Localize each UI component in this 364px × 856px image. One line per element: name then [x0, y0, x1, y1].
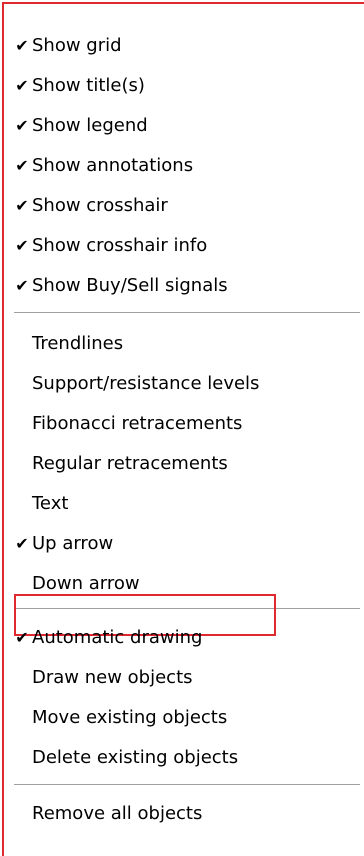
menu-separator	[14, 312, 360, 314]
menu-item-regular-retracements[interactable]: Regular retracements	[32, 444, 228, 484]
menu-item-label: Text	[32, 493, 69, 514]
menu-item-label: Trendlines	[32, 333, 124, 354]
menu-item-label: Up arrow	[32, 533, 114, 554]
menu-item-text[interactable]: Text	[32, 484, 68, 524]
checkmark-icon: ✔	[15, 236, 29, 255]
menu-item-label: Down arrow	[32, 573, 140, 594]
menu-item-move-existing-objects[interactable]: Move existing objects	[32, 698, 227, 738]
menu-item-show-grid[interactable]: ✔ Show grid	[15, 26, 122, 66]
checkmark-icon: ✔	[15, 196, 29, 215]
menu-item-show-crosshair-info[interactable]: ✔ Show crosshair info	[15, 226, 208, 266]
menu-item-label: Move existing objects	[32, 707, 228, 728]
menu-item-label: Automatic drawing	[32, 627, 203, 648]
menu-item-support-resistance-levels[interactable]: Support/resistance levels	[32, 364, 259, 404]
menu-separator	[14, 608, 360, 610]
menu-item-show-legend[interactable]: ✔ Show legend	[15, 106, 148, 146]
menu-item-label: Show crosshair	[32, 195, 168, 216]
checkmark-icon: ✔	[15, 628, 29, 647]
menu-item-automatic-drawing[interactable]: ✔ Automatic drawing	[15, 618, 203, 658]
menu-item-label: Fibonacci retracements	[32, 413, 243, 434]
menu-item-label: Show Buy/Sell signals	[32, 275, 228, 296]
menu-item-remove-all-objects[interactable]: Remove all objects	[32, 794, 202, 834]
menu-item-label: Show annotations	[32, 155, 194, 176]
menu-item-label: Regular retracements	[32, 453, 228, 474]
menu-item-show-titles[interactable]: ✔ Show title(s)	[15, 66, 145, 106]
checkmark-icon: ✔	[15, 276, 29, 295]
menu-item-show-annotations[interactable]: ✔ Show annotations	[15, 146, 194, 186]
menu-item-fibonacci-retracements[interactable]: Fibonacci retracements	[32, 404, 242, 444]
menu-item-label: Remove all objects	[32, 803, 203, 824]
context-menu: ✔ Show grid ✔ Show title(s) ✔ Show legen…	[2, 2, 364, 856]
menu-item-show-crosshair[interactable]: ✔ Show crosshair	[15, 186, 168, 226]
menu-item-label: Show crosshair info	[32, 235, 208, 256]
menu-item-label: Support/resistance levels	[32, 373, 260, 394]
menu-item-label: Show grid	[32, 35, 122, 56]
menu-item-delete-existing-objects[interactable]: Delete existing objects	[32, 738, 238, 778]
menu-item-label: Draw new objects	[32, 667, 193, 688]
menu-item-show-buy-sell-signals[interactable]: ✔ Show Buy/Sell signals	[15, 266, 228, 306]
menu-item-draw-new-objects[interactable]: Draw new objects	[32, 658, 193, 698]
menu-item-label: Delete existing objects	[32, 747, 239, 768]
checkmark-icon: ✔	[15, 36, 29, 55]
menu-item-label: Show title(s)	[32, 75, 145, 96]
menu-item-up-arrow[interactable]: ✔ Up arrow	[15, 524, 114, 564]
checkmark-icon: ✔	[15, 116, 29, 135]
checkmark-icon: ✔	[15, 76, 29, 95]
menu-item-down-arrow[interactable]: Down arrow	[32, 564, 140, 604]
menu-separator	[14, 784, 360, 786]
menu-item-label: Show legend	[32, 115, 148, 136]
checkmark-icon: ✔	[15, 156, 29, 175]
checkmark-icon: ✔	[15, 534, 29, 553]
menu-item-trendlines[interactable]: Trendlines	[32, 324, 123, 364]
